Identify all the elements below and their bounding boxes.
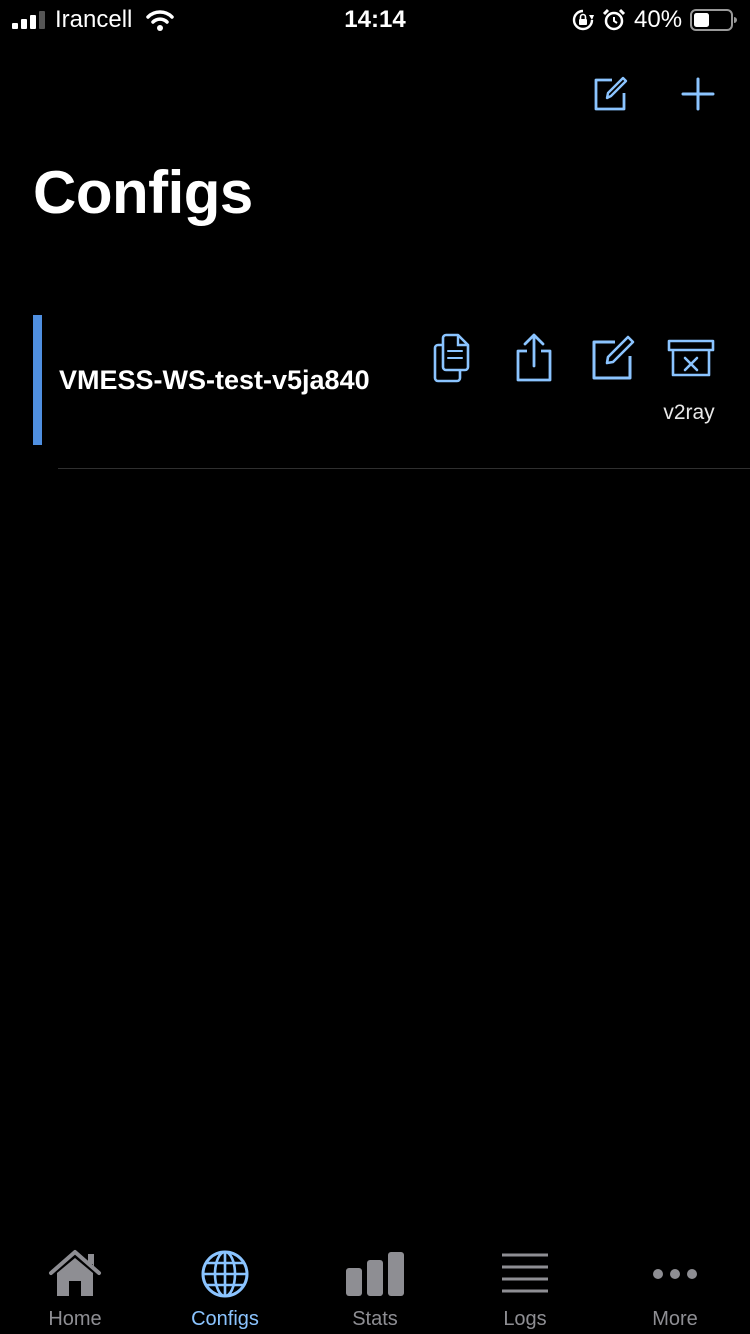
edit-icon bbox=[594, 76, 628, 111]
more-icon bbox=[653, 1269, 697, 1279]
plus-icon bbox=[681, 77, 715, 111]
selected-indicator bbox=[33, 315, 42, 445]
tab-configs[interactable]: Configs bbox=[150, 1238, 300, 1334]
copy-config-button[interactable] bbox=[429, 333, 479, 383]
delete-icon bbox=[667, 339, 715, 377]
battery-percent: 40% bbox=[634, 6, 683, 33]
tab-home[interactable]: Home bbox=[0, 1238, 150, 1334]
tab-label: Home bbox=[48, 1308, 102, 1330]
config-list-item[interactable]: VMESS-WS-test-v5ja840 v2ray bbox=[0, 315, 750, 445]
edit-config-button[interactable] bbox=[587, 333, 637, 383]
globe-icon bbox=[201, 1250, 249, 1298]
delete-config-button[interactable] bbox=[666, 333, 716, 383]
status-bar: Irancell 14:14 40% bbox=[0, 0, 750, 42]
share-icon bbox=[516, 333, 552, 382]
orientation-lock-icon bbox=[572, 9, 594, 31]
tab-logs[interactable]: Logs bbox=[450, 1238, 600, 1334]
config-name: VMESS-WS-test-v5ja840 bbox=[59, 365, 370, 395]
add-config-button[interactable] bbox=[674, 70, 722, 118]
tab-bar: Home Configs Stats Logs More bbox=[0, 1238, 750, 1334]
tab-label: More bbox=[652, 1308, 698, 1330]
config-type-label: v2ray bbox=[663, 401, 715, 424]
tab-label: Logs bbox=[503, 1308, 547, 1330]
edit-configs-button[interactable] bbox=[586, 70, 634, 118]
battery-icon bbox=[690, 9, 737, 31]
tab-more[interactable]: More bbox=[600, 1238, 750, 1334]
edit-icon bbox=[592, 335, 635, 380]
page-title: Configs bbox=[33, 159, 253, 226]
list-icon bbox=[502, 1253, 548, 1293]
copy-icon bbox=[433, 333, 470, 383]
share-config-button[interactable] bbox=[509, 333, 559, 383]
tab-label: Configs bbox=[191, 1308, 259, 1330]
tab-label: Stats bbox=[352, 1308, 398, 1330]
tab-stats[interactable]: Stats bbox=[300, 1238, 450, 1334]
bar-chart-icon bbox=[346, 1252, 404, 1296]
row-divider bbox=[58, 468, 750, 469]
alarm-icon bbox=[602, 8, 626, 31]
home-icon bbox=[49, 1250, 101, 1296]
